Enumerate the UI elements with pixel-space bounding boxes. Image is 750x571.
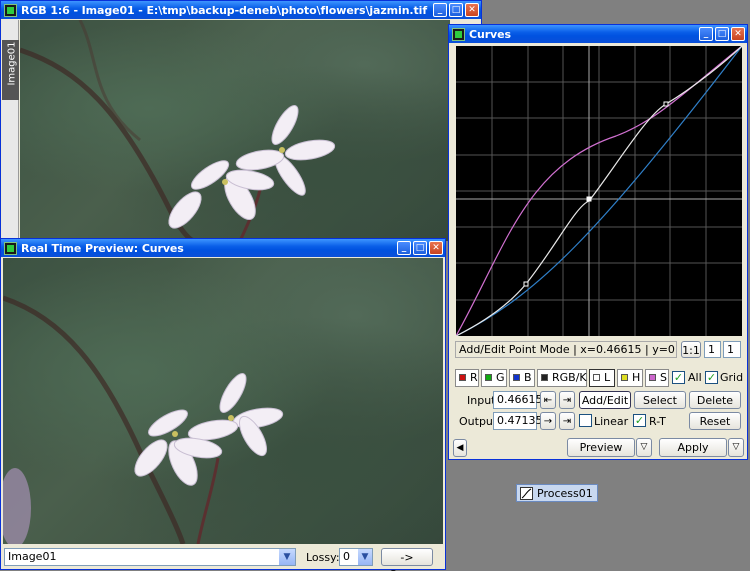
jasmine-flower-preview (3, 295, 284, 544)
rt-label: R-T (649, 415, 666, 428)
output-arrow-end-icon[interactable]: ⇥ (559, 412, 575, 430)
image-select-value: Image01 (8, 550, 57, 563)
lossy-select[interactable]: 0 ▼ (339, 548, 373, 566)
reset-button[interactable]: Reset (689, 412, 741, 430)
yellow-swatch-icon (621, 374, 628, 381)
app-icon (452, 27, 465, 41)
app-icon (4, 3, 17, 17)
channel-tab-g[interactable]: G (481, 369, 507, 387)
process-label: Process01 (537, 486, 593, 500)
zoom-h-value: 1 (708, 343, 715, 356)
output-field[interactable]: 0.47135 (493, 412, 543, 430)
channel-tab-l[interactable]: L (589, 369, 615, 387)
magenta-swatch-icon (649, 374, 656, 381)
black-swatch-icon (541, 374, 548, 381)
output-arrow-right-icon[interactable]: → (540, 412, 556, 430)
maximize-icon[interactable]: □ (715, 27, 729, 41)
curves-window-title: Curves (469, 27, 511, 41)
main-window-title: RGB 1:6 - Image01 - E:\tmp\backup-deneb\… (21, 3, 428, 17)
zoom-v-field[interactable]: 1 (723, 341, 741, 358)
preview-window-titlebar[interactable]: Real Time Preview: Curves _ □ ✕ (1, 239, 445, 257)
select-button[interactable]: Select (634, 391, 686, 409)
minimize-icon[interactable]: _ (699, 27, 713, 41)
all-label: All (688, 371, 702, 384)
zoom-1to1-button[interactable]: 1:1 (681, 341, 701, 358)
linear-label: Linear (594, 415, 629, 428)
all-checkbox[interactable]: ✓ (672, 371, 685, 384)
channel-tab-r[interactable]: R (455, 369, 479, 387)
curves-graph[interactable] (456, 46, 742, 336)
main-image-canvas[interactable] (20, 20, 450, 241)
image-side-tab-label: Image01 (6, 41, 18, 86)
curves-grid (456, 46, 742, 336)
zoom-h-field[interactable]: 1 (704, 341, 721, 358)
curve-point (663, 101, 669, 107)
main-window-titlebar[interactable]: RGB 1:6 - Image01 - E:\tmp\backup-deneb\… (1, 1, 481, 19)
chevron-down-icon[interactable]: ▼ (358, 549, 372, 565)
close-icon[interactable]: ✕ (731, 27, 745, 41)
input-field[interactable]: 0.46615 (493, 391, 543, 409)
lossy-value: 0 (343, 550, 350, 563)
input-arrow-left-icon[interactable]: ⇤ (540, 391, 556, 409)
chevron-down-icon[interactable]: ▼ (279, 549, 295, 565)
maximize-icon[interactable]: □ (449, 3, 463, 17)
image-side-tab[interactable]: Image01 (2, 20, 19, 241)
preview-bottom-bar: Image01 ▼ Lossy: 0 ▼ -> Owner (1, 545, 445, 571)
maximize-icon[interactable]: □ (413, 241, 427, 255)
red-swatch-icon (459, 374, 466, 381)
input-value: 0.46615 (497, 393, 543, 406)
scroll-left-icon[interactable]: ◀ (453, 439, 467, 457)
add-edit-button[interactable]: Add/Edit (579, 391, 631, 409)
rt-checkbox[interactable]: ✓ (633, 414, 646, 427)
preview-window[interactable]: Real Time Preview: Curves _ □ ✕ Image01 … (0, 238, 446, 571)
lossy-label: Lossy: (306, 551, 340, 564)
preview-image-canvas[interactable] (3, 258, 443, 544)
close-icon[interactable]: ✕ (465, 3, 479, 17)
curves-window-titlebar[interactable]: Curves _ □ ✕ (449, 25, 747, 43)
status-bar: Add/Edit Point Mode | x=0.46615 | y=0.47… (455, 341, 677, 358)
minimize-icon[interactable]: _ (397, 241, 411, 255)
app-icon (4, 241, 17, 255)
white-swatch-icon (593, 374, 600, 381)
process-icon-item[interactable]: Process01 (516, 484, 598, 502)
owner-button[interactable]: -> Owner (381, 548, 433, 571)
preview-window-title: Real Time Preview: Curves (21, 241, 184, 255)
blue-swatch-icon (513, 374, 520, 381)
curve-point (523, 281, 529, 287)
output-value: 0.47135 (497, 414, 543, 427)
preview-button[interactable]: Preview (567, 438, 635, 457)
preview-dropdown-icon[interactable]: ▽ (636, 438, 652, 457)
minimize-icon[interactable]: _ (433, 3, 447, 17)
apply-dropdown-icon[interactable]: ▽ (728, 438, 744, 457)
input-arrow-end-icon[interactable]: ⇥ (559, 391, 575, 409)
grid-label: Grid (720, 371, 744, 384)
curve-point-selected (586, 196, 592, 202)
channel-tab-h[interactable]: H (617, 369, 643, 387)
channel-tab-s[interactable]: S (645, 369, 669, 387)
channel-tab-rgbk[interactable]: RGB/K (537, 369, 587, 387)
delete-button[interactable]: Delete (689, 391, 741, 409)
green-swatch-icon (485, 374, 492, 381)
curves-process-icon (520, 486, 533, 500)
main-image-window[interactable]: RGB 1:6 - Image01 - E:\tmp\backup-deneb\… (0, 0, 482, 241)
image-select-dropdown[interactable]: Image01 ▼ (4, 548, 296, 566)
curves-window[interactable]: Curves _ □ ✕ Add/Edit Point Mode | x=0.4… (448, 24, 748, 460)
jasmine-flower-image (20, 20, 336, 241)
linear-checkbox[interactable] (579, 414, 592, 427)
channel-tab-b[interactable]: B (509, 369, 535, 387)
status-text: Add/Edit Point Mode | x=0.46615 | y=0.47… (459, 343, 677, 356)
apply-button[interactable]: Apply (659, 438, 727, 457)
grid-checkbox[interactable]: ✓ (705, 371, 718, 384)
close-icon[interactable]: ✕ (429, 241, 443, 255)
zoom-v-value: 1 (727, 343, 734, 356)
